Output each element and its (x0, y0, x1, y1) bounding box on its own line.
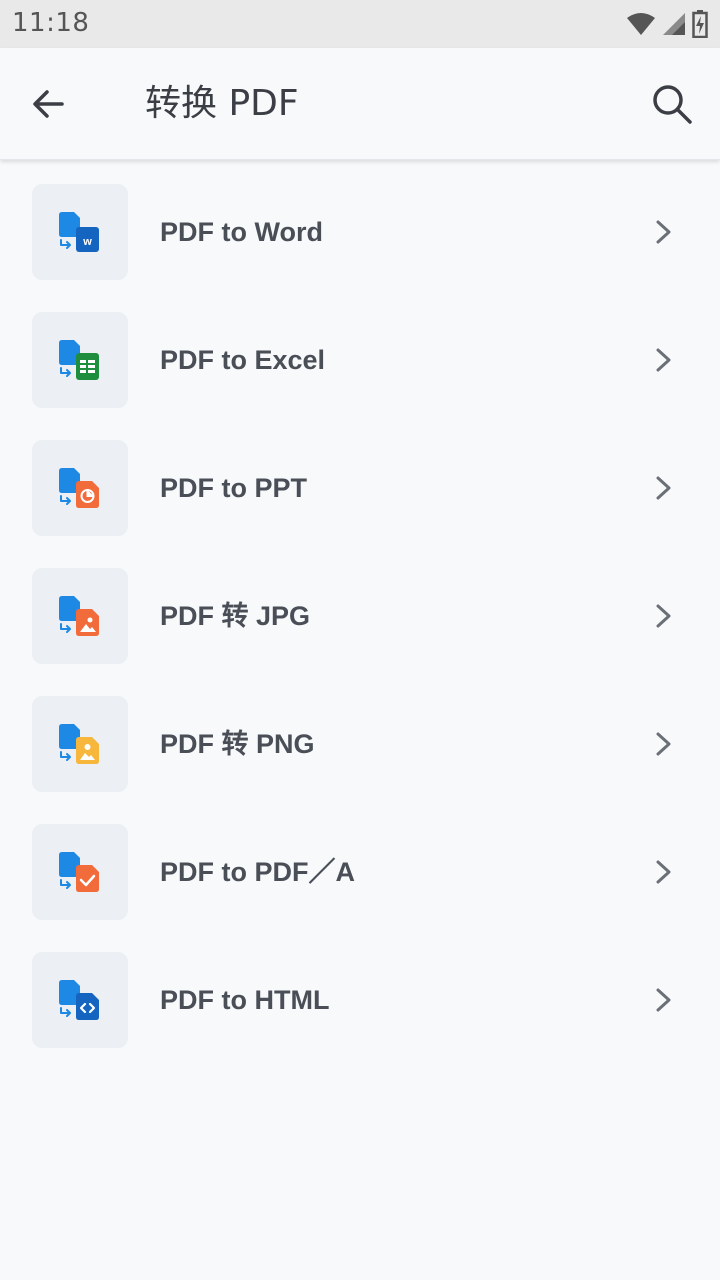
svg-text:w: w (82, 236, 92, 248)
list-item-pdf-to-html[interactable]: PDF to HTML (0, 952, 720, 1080)
chevron-right-icon (656, 220, 671, 244)
item-icon-tile (32, 696, 128, 792)
item-label: PDF to PPT (160, 473, 307, 503)
pdf-to-ppt-icon (59, 468, 99, 508)
status-bar: 11:18 (0, 0, 720, 48)
item-label: PDF 转 JPG (160, 601, 311, 631)
arrow-left-icon (33, 90, 64, 118)
list-item-pdf-to-jpg[interactable]: PDF 转 JPG (0, 568, 720, 696)
chevron-right-icon (656, 732, 671, 756)
pdf-to-html-icon (59, 980, 99, 1020)
item-icon-tile (32, 952, 128, 1048)
list-item-pdf-to-ppt[interactable]: PDF to PPT (0, 440, 720, 568)
search-button[interactable] (648, 80, 696, 128)
chevron-right-icon (656, 348, 671, 372)
app-bar: 转换 PDF (0, 48, 720, 160)
pdf-to-png-icon (59, 724, 99, 764)
list-item-pdf-to-pdfa[interactable]: PDF to PDF／A (0, 824, 720, 952)
item-icon-tile (32, 568, 128, 664)
pdf-to-word-icon: w (59, 212, 99, 252)
item-label: PDF to HTML (160, 985, 330, 1015)
chevron-right-icon (656, 860, 671, 884)
conversion-list: w PDF to Word PDF to Excel PDF to PPT PD… (0, 184, 720, 1080)
search-icon (653, 85, 692, 124)
battery-charging-icon (692, 10, 708, 38)
item-icon-tile (32, 312, 128, 408)
back-button[interactable] (24, 80, 72, 128)
wifi-icon (627, 13, 655, 35)
page-title: 转换 PDF (145, 83, 299, 124)
chevron-right-icon (656, 988, 671, 1012)
status-time: 11:18 (12, 8, 90, 38)
chevron-right-icon (656, 604, 671, 628)
list-item-pdf-to-excel[interactable]: PDF to Excel (0, 312, 720, 440)
item-label: PDF to Word (160, 217, 323, 247)
status-icons (626, 8, 708, 40)
pdf-to-excel-icon (59, 340, 99, 380)
list-item-pdf-to-png[interactable]: PDF 转 PNG (0, 696, 720, 824)
pdf-to-pdfa-icon (59, 852, 99, 892)
item-label: PDF 转 PNG (160, 729, 315, 759)
chevron-right-icon (656, 476, 671, 500)
item-label: PDF to Excel (160, 345, 326, 375)
item-icon-tile (32, 440, 128, 536)
item-icon-tile (32, 824, 128, 920)
pdf-to-jpg-icon (59, 596, 99, 636)
item-label: PDF to PDF／A (160, 857, 355, 887)
signal-icon (663, 13, 685, 35)
list-item-pdf-to-word[interactable]: w PDF to Word (0, 184, 720, 312)
item-icon-tile: w (32, 184, 128, 280)
